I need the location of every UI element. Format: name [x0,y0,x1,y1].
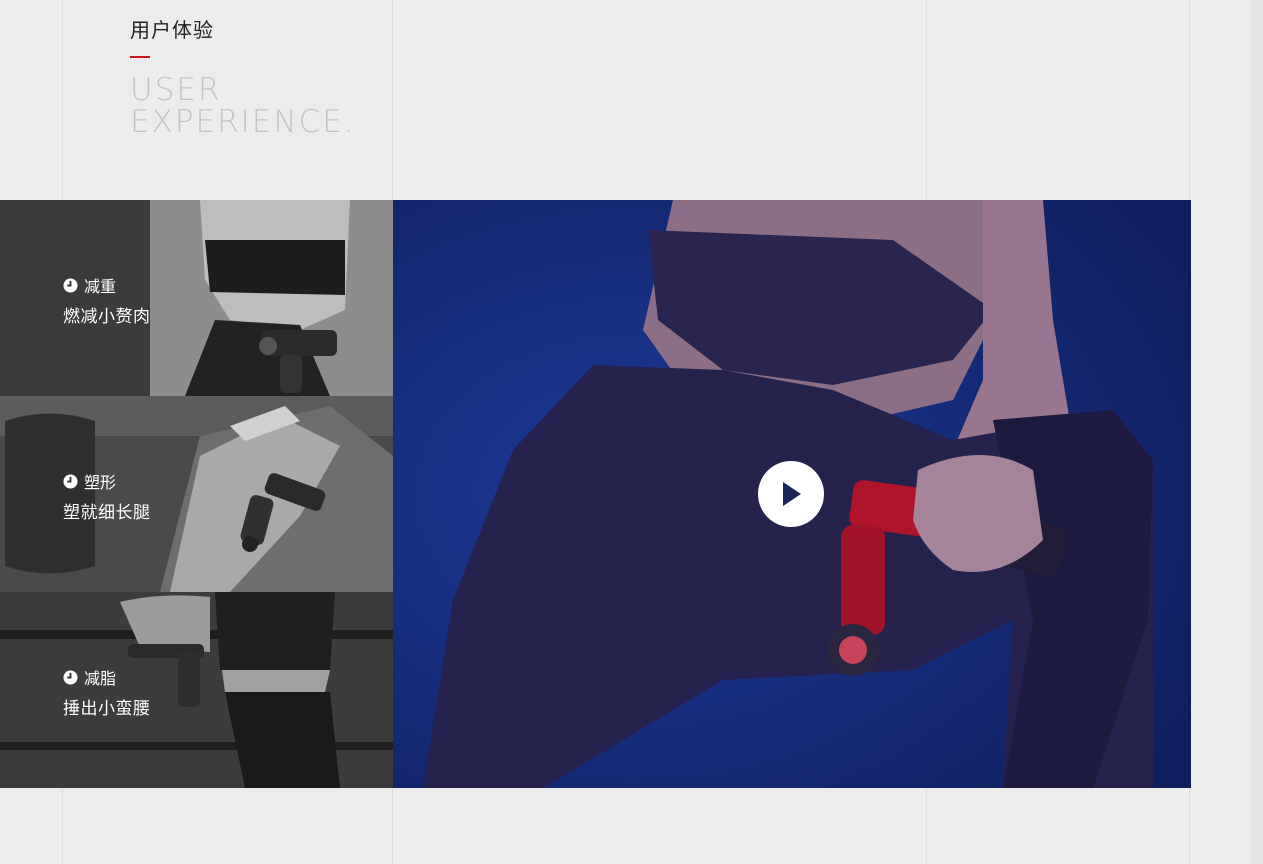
feature-panels: 减重 燃减小赘肉 塑形 塑就细长腿 减脂 捶出小蛮腰 [0,200,393,788]
panel-photo [0,592,393,788]
section-title-en-line1: USER [130,72,222,108]
right-strip [1251,0,1263,864]
panel-photo [0,396,393,592]
feature-panel-fat-burn[interactable]: 减脂 捶出小蛮腰 [0,592,393,788]
section-title-en-line2: EXPERIENCE. [130,104,356,140]
play-icon [783,482,801,506]
section-title-zh: 用户体验 [130,18,214,42]
panel-subtitle: 燃减小赘肉 [63,307,151,327]
feature-panel-shaping[interactable]: 塑形 塑就细长腿 [0,396,393,592]
clock-icon [63,277,78,293]
panel-text: 减重 燃减小赘肉 [63,274,151,327]
panel-title-text: 减重 [84,277,117,296]
panel-text: 减脂 捶出小蛮腰 [63,666,151,719]
panel-text: 塑形 塑就细长腿 [63,470,151,523]
panel-title: 减重 [63,274,151,296]
panel-title-text: 减脂 [84,669,117,688]
clock-icon [63,473,78,489]
panel-title-text: 塑形 [84,473,117,492]
title-accent-line [130,56,150,58]
panel-title: 塑形 [63,470,151,492]
section-title-en: USER EXPERIENCE. [130,74,356,138]
feature-panel-weight-loss[interactable]: 减重 燃减小赘肉 [0,200,393,396]
play-button[interactable] [758,461,824,527]
video-player[interactable] [393,200,1191,788]
panel-photo [0,200,393,396]
panel-title: 减脂 [63,666,151,688]
panel-subtitle: 塑就细长腿 [63,503,151,523]
panel-subtitle: 捶出小蛮腰 [63,699,151,719]
clock-icon [63,669,78,685]
